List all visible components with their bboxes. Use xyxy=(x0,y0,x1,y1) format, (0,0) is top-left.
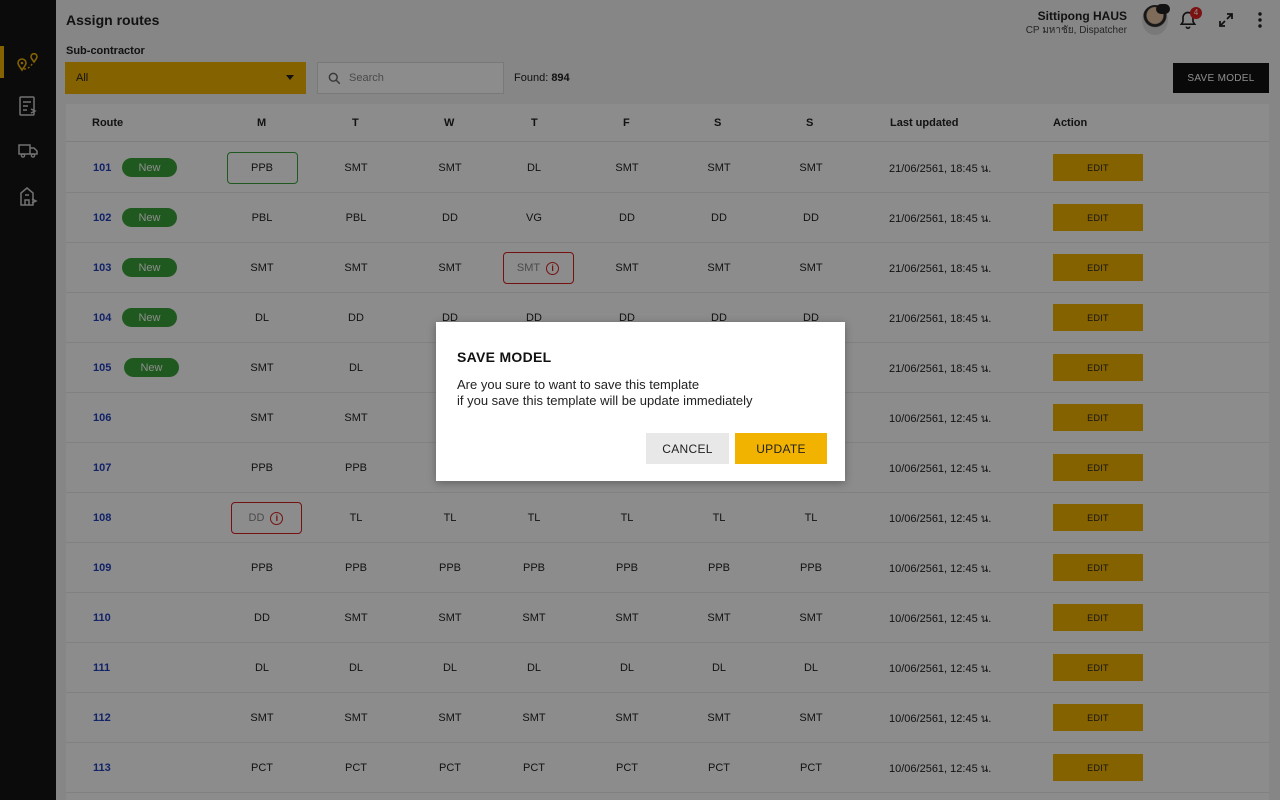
update-button[interactable]: UPDATE xyxy=(735,433,827,464)
dialog-message-line2: if you save this template will be update… xyxy=(457,393,753,408)
dialog-message-line1: Are you sure to want to save this templa… xyxy=(457,377,700,392)
dialog-title: SAVE MODEL xyxy=(457,349,552,365)
save-model-dialog: SAVE MODEL Are you sure to want to save … xyxy=(436,322,845,481)
dialog-message: Are you sure to want to save this templa… xyxy=(457,377,753,409)
cancel-button[interactable]: CANCEL xyxy=(646,433,729,464)
